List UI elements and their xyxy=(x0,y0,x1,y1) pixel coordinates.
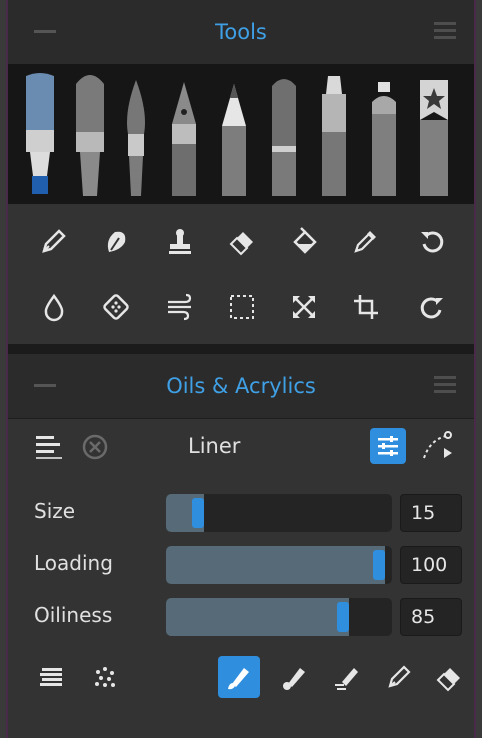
collapse-icon[interactable] xyxy=(34,384,56,387)
sticker-icon[interactable] xyxy=(96,287,136,327)
favorites-bookmark-icon[interactable] xyxy=(414,72,454,196)
app-frame: Tools Oils & Acrylics Liner Size 15 Load… xyxy=(6,0,476,738)
texture-icon[interactable] xyxy=(30,656,72,698)
selection-icon[interactable] xyxy=(222,287,262,327)
transform-icon[interactable] xyxy=(284,287,324,327)
round-brush-icon[interactable] xyxy=(70,72,110,196)
crop-icon[interactable] xyxy=(346,287,386,327)
stamp-icon[interactable] xyxy=(160,221,200,261)
slider-handle[interactable] xyxy=(337,602,349,632)
sliders-icon xyxy=(378,436,398,456)
brush-selector xyxy=(8,64,474,204)
eraser-icon[interactable] xyxy=(222,221,262,261)
panel-menu-icon[interactable] xyxy=(434,376,456,394)
oils-panel-title: Oils & Acrylics xyxy=(166,374,316,398)
eyedropper-icon[interactable] xyxy=(346,221,386,261)
clean-brush-icon[interactable] xyxy=(378,656,420,698)
eraser-icon[interactable] xyxy=(428,656,470,698)
settings-toggle-button[interactable] xyxy=(370,428,406,464)
size-slider[interactable] xyxy=(166,494,392,532)
oiliness-value-field[interactable]: 85 xyxy=(400,598,462,636)
presets-list-icon[interactable] xyxy=(34,432,68,464)
smudge-icon[interactable] xyxy=(96,221,136,261)
fan-brush-icon[interactable] xyxy=(120,72,152,196)
pencil-icon[interactable] xyxy=(216,72,252,196)
oiliness-slider[interactable] xyxy=(166,598,392,636)
smudge-brush-icon[interactable] xyxy=(274,656,316,698)
blower-icon[interactable] xyxy=(160,287,200,327)
panel-menu-icon[interactable] xyxy=(434,22,456,40)
slider-handle[interactable] xyxy=(192,498,204,528)
water-drop-icon[interactable] xyxy=(34,287,74,327)
slider-label: Size xyxy=(34,499,76,523)
fountain-pen-icon[interactable] xyxy=(166,72,202,196)
paint-brush-icon[interactable] xyxy=(218,656,260,698)
loading-value-field[interactable]: 100 xyxy=(400,546,462,584)
fill-bucket-icon[interactable] xyxy=(284,221,324,261)
flat-brush-icon[interactable] xyxy=(20,72,60,196)
size-value-field[interactable]: 15 xyxy=(400,494,462,532)
oils-panel-header: Oils & Acrylics xyxy=(8,354,474,419)
panel-divider xyxy=(8,344,474,354)
loading-slider[interactable] xyxy=(166,546,392,584)
collapse-icon[interactable] xyxy=(34,30,56,33)
tool-row-1 xyxy=(8,214,474,268)
slider-fill xyxy=(166,598,349,636)
preset-row: Liner xyxy=(8,418,474,478)
redo-icon[interactable] xyxy=(412,287,452,327)
slider-handle[interactable] xyxy=(373,550,385,580)
tools-panel-title: Tools xyxy=(215,20,267,44)
brush-mode-row xyxy=(8,650,474,704)
reset-preset-icon[interactable] xyxy=(80,432,110,462)
preset-name[interactable]: Liner xyxy=(188,434,240,458)
oiliness-slider-row: Oiliness 85 xyxy=(8,594,474,640)
stroke-path-icon[interactable] xyxy=(420,428,456,464)
loading-slider-row: Loading 100 xyxy=(8,542,474,588)
marker-icon[interactable] xyxy=(314,72,354,196)
slider-label: Oiliness xyxy=(34,603,113,627)
blend-brush-icon[interactable] xyxy=(326,656,368,698)
tool-row-2 xyxy=(8,280,474,334)
scatter-icon[interactable] xyxy=(84,656,126,698)
tools-panel-header: Tools xyxy=(8,0,474,65)
pencil-tool-icon[interactable] xyxy=(34,221,74,261)
slider-fill xyxy=(166,546,385,584)
size-slider-row: Size 15 xyxy=(8,490,474,536)
undo-icon[interactable] xyxy=(412,221,452,261)
spray-can-icon[interactable] xyxy=(364,72,404,196)
slider-label: Loading xyxy=(34,551,113,575)
palette-knife-icon[interactable] xyxy=(264,72,304,196)
